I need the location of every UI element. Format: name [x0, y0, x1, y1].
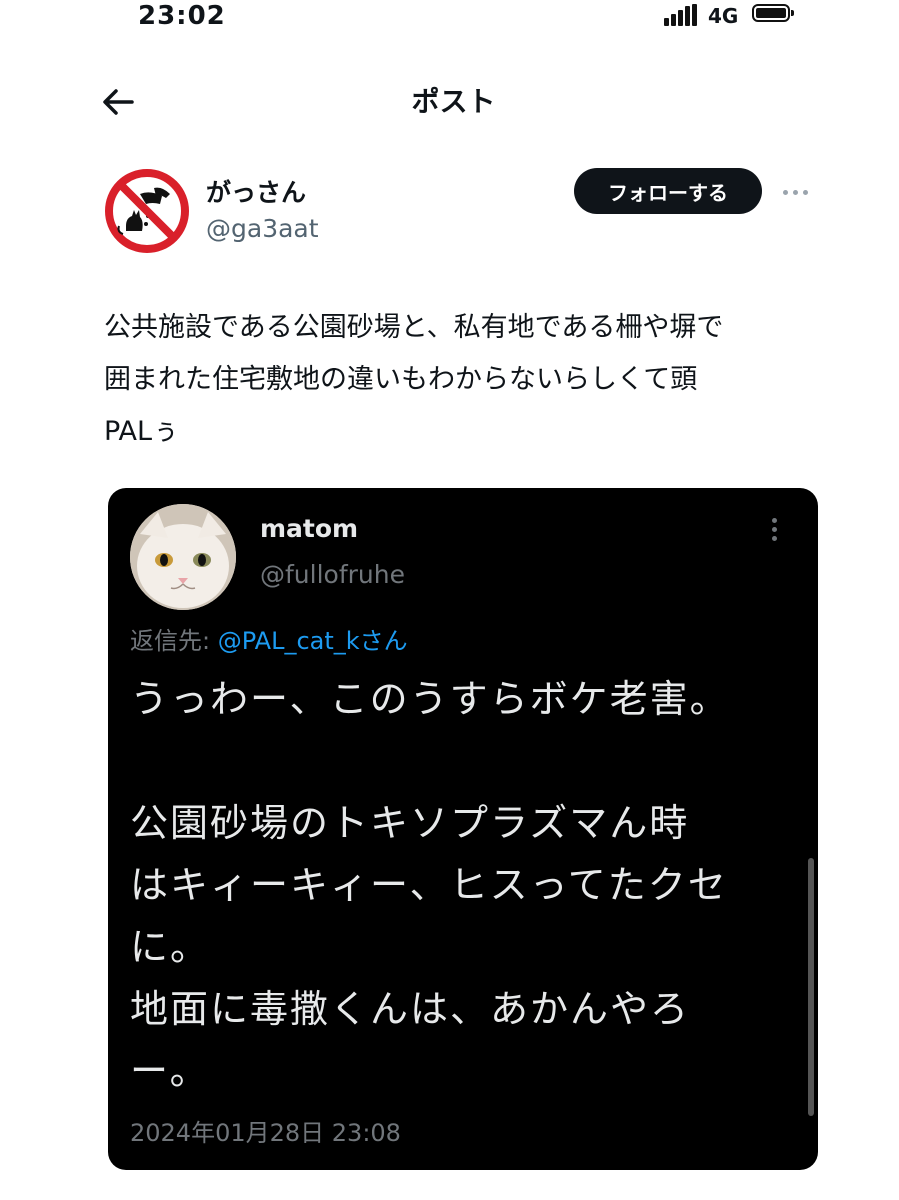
- author-handle[interactable]: @ga3aat: [206, 212, 319, 246]
- avatar[interactable]: [104, 168, 190, 254]
- embedded-avatar: [130, 504, 236, 610]
- embedded-author-name: matom: [260, 514, 359, 543]
- reply-to-line: 返信先: @PAL_cat_kさん: [130, 624, 408, 658]
- no-feeding-sign-icon: [105, 169, 189, 253]
- reply-prefix: 返信先:: [130, 627, 218, 655]
- embedded-scrollbar: [808, 858, 814, 1116]
- reply-to-link[interactable]: @PAL_cat_kさん: [218, 627, 408, 655]
- embedded-author-handle: @fullofruhe: [260, 560, 405, 589]
- follow-button[interactable]: フォローする: [574, 168, 762, 214]
- embedded-post-text: うっわー、このうすらボケ老害。 公園砂場のトキソプラズマん時 はキィーキィー、ヒ…: [130, 677, 730, 1093]
- battery-icon: [752, 4, 794, 22]
- author-name[interactable]: がっさん: [206, 176, 306, 210]
- network-type: 4G: [708, 4, 739, 28]
- white-cat-avatar-icon: [130, 504, 236, 610]
- post-text: 公共施設である公園砂場と、私有地である柵や塀で 囲まれた住宅敷地の違いもわからな…: [104, 312, 724, 447]
- status-time: 23:02: [138, 1, 226, 31]
- embedded-timestamp: 2024年01月28日 23:08: [130, 1119, 401, 1147]
- signal-strength-icon: [664, 4, 698, 26]
- more-options-icon[interactable]: [780, 178, 812, 206]
- embedded-more-icon: [768, 514, 780, 544]
- page-title: ポスト: [411, 85, 496, 118]
- embedded-screenshot: matom @fullofruhe 返信先: @PAL_cat_kさん うっわー…: [108, 488, 818, 1170]
